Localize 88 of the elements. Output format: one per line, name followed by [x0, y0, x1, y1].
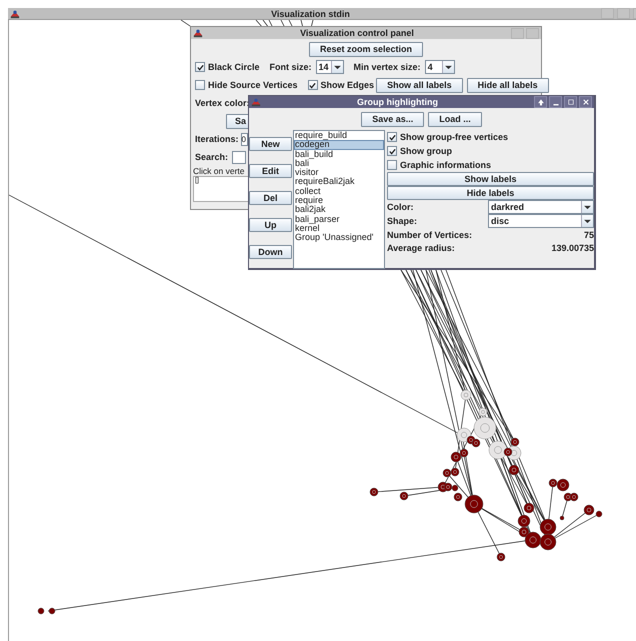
edge-line [280, 20, 286, 28]
search-label: Search: [195, 152, 228, 162]
list-item[interactable]: codegen [294, 140, 384, 150]
checkbox[interactable] [387, 132, 397, 142]
caret-icon [584, 204, 591, 210]
vertex-node [464, 494, 484, 514]
caret-icon [444, 64, 452, 70]
hint-text: Click on verte [193, 167, 244, 176]
min-vertex-size-label: Min vertex size: [354, 62, 421, 72]
checkbox[interactable] [387, 160, 397, 170]
vertex-node [540, 534, 556, 550]
color-label: Color: [387, 202, 414, 212]
maximize-icon[interactable] [568, 98, 574, 106]
vertex-node [450, 452, 462, 462]
side-button[interactable]: New [249, 137, 292, 151]
list-item[interactable]: bali2jak [294, 205, 384, 215]
vertex-node [400, 492, 408, 500]
vertex-node [540, 518, 556, 536]
checkbox-label: Black Circle [208, 62, 260, 72]
shape-label: Shape: [387, 216, 418, 226]
vertex-node [460, 390, 472, 400]
vertex-node [460, 448, 468, 458]
list-item[interactable]: bali [294, 158, 384, 168]
vertex-node [48, 608, 56, 614]
vertex-count-label: Number of Vertices: [387, 230, 472, 240]
vertex-node [560, 516, 564, 520]
search-field[interactable] [232, 150, 246, 164]
vertex-node [508, 464, 520, 476]
load-button[interactable]: Load ... [428, 112, 482, 126]
dropdown[interactable]: darkred [488, 200, 594, 214]
pin-icon[interactable] [538, 98, 544, 106]
save-as-button[interactable]: Save as... [361, 112, 424, 126]
side-button[interactable]: Edit [249, 164, 292, 178]
hide-all-labels-button[interactable]: Hide all labels [466, 78, 549, 92]
vertex-node [38, 608, 44, 614]
dropdown[interactable]: 14 [316, 60, 344, 74]
checkbox-label: Show Edges [320, 80, 374, 90]
font-size-label: Font size: [270, 62, 312, 72]
save-button[interactable]: Sa [226, 114, 250, 128]
checkbox-label: Show group [400, 146, 452, 156]
list-item[interactable]: collect [294, 186, 384, 196]
show-labels-button[interactable]: Show labels [387, 172, 594, 186]
checkbox[interactable] [308, 80, 318, 90]
iterations-label: Iterations: [195, 134, 239, 144]
checkbox[interactable] [195, 80, 205, 90]
app-icon [193, 28, 203, 38]
vertex-count-value: 75 [584, 230, 594, 240]
checkbox[interactable] [387, 146, 397, 156]
list-item[interactable]: kernel [294, 224, 384, 234]
close-icon[interactable] [582, 98, 588, 106]
side-button[interactable]: Up [249, 218, 292, 232]
window-title: Visualization stdin [270, 8, 351, 18]
list-item[interactable]: require_build [294, 131, 384, 140]
list-item[interactable]: requireBali2jak [294, 177, 384, 187]
caret-icon [584, 218, 591, 224]
vertex-node [442, 468, 452, 478]
average-radius-value: 139.00735 [551, 242, 594, 252]
dropdown[interactable]: disc [488, 214, 594, 228]
checkbox[interactable] [195, 62, 205, 72]
vertex-node [524, 502, 534, 514]
vertex-node [454, 492, 462, 502]
list-item[interactable]: visitor [294, 168, 384, 178]
window-title: Visualization control panel [299, 28, 415, 38]
window-title: Group highlighting [356, 97, 439, 107]
side-button[interactable]: Del [249, 191, 292, 205]
vertex-node [370, 488, 378, 496]
list-item[interactable]: Group 'Unassigned' [294, 233, 384, 243]
vertex-node [496, 552, 506, 562]
checkbox-label: Show group-free vertices [400, 132, 508, 142]
reset-zoom-button[interactable]: Reset zoom selection [308, 42, 424, 56]
checkbox-label: Hide Source Vertices [208, 80, 298, 90]
vertex-node [450, 468, 460, 476]
dropdown[interactable]: 4 [424, 60, 455, 74]
caret-icon [334, 64, 341, 70]
show-all-labels-button[interactable]: Show all labels [376, 78, 463, 92]
vertex-node [444, 482, 452, 492]
average-radius-label: Average radius: [387, 242, 455, 252]
edge-line [288, 20, 294, 28]
list-item[interactable]: bali_parser [294, 214, 384, 224]
vertex-color-label: Vertex color: [195, 98, 250, 108]
checkbox-label: Graphic informations [400, 160, 492, 170]
list-item[interactable]: require [294, 196, 384, 206]
app-icon [10, 8, 20, 18]
vertex-node [518, 514, 530, 528]
list-item[interactable]: bali_build [294, 150, 384, 159]
side-button[interactable]: Down [249, 245, 292, 259]
hide-labels-button[interactable]: Hide labels [387, 186, 594, 200]
app-icon [251, 97, 261, 107]
